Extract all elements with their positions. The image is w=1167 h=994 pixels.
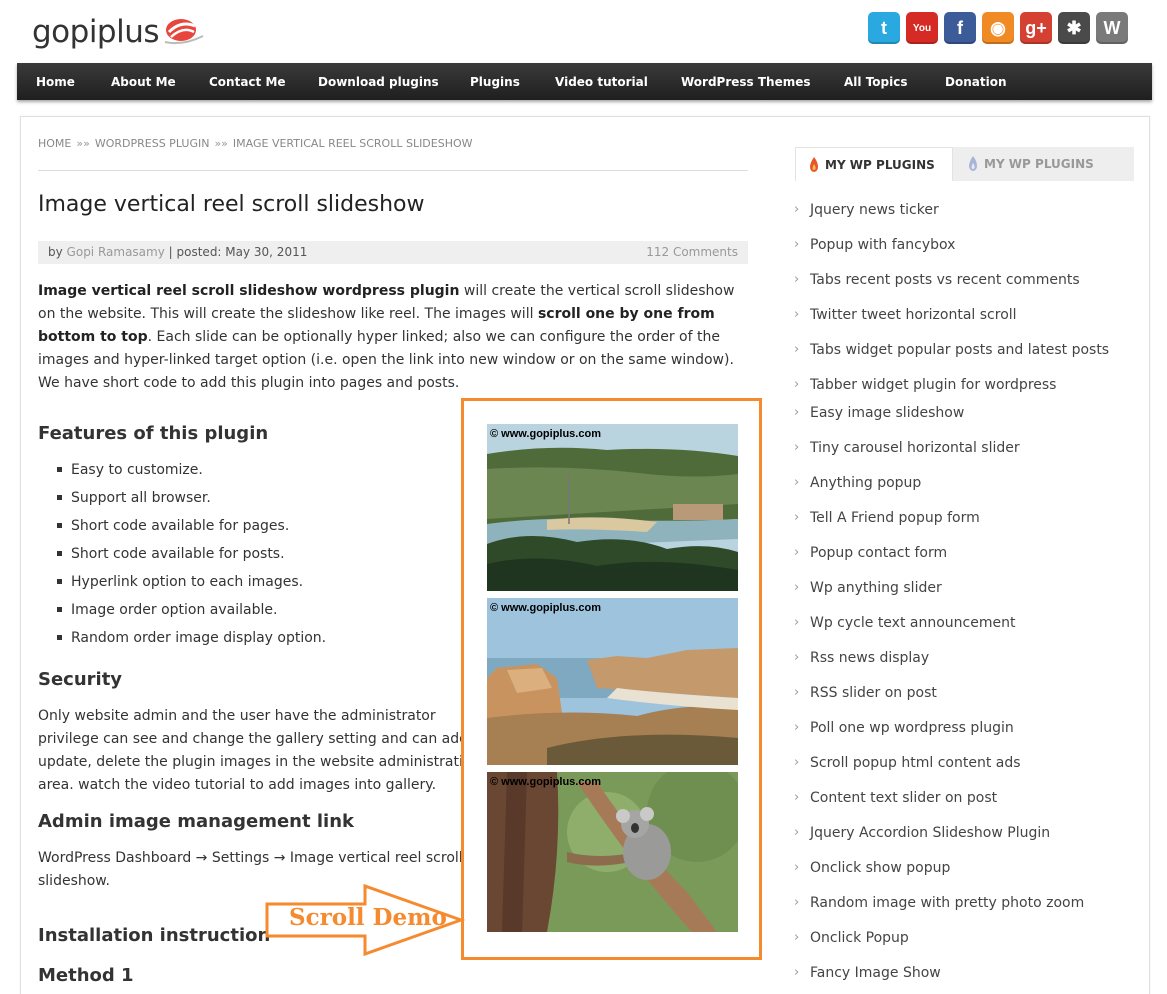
facebook-icon[interactable]: f — [944, 12, 976, 44]
apostles-photo — [487, 598, 738, 765]
nav-all-topics[interactable]: All Topics — [844, 75, 908, 89]
sidebar-link[interactable]: Poll one wp wordpress plugin — [794, 720, 1014, 736]
sidebar-link[interactable]: Wp cycle text announcement — [794, 615, 1015, 631]
divider — [38, 170, 748, 171]
breadcrumb-separator: »» — [76, 137, 90, 150]
sidebar-link[interactable]: Jquery Accordion Slideshow Plugin — [794, 825, 1050, 841]
security-heading: Security — [38, 669, 123, 690]
tab-label: MY WP PLUGINS — [825, 157, 935, 172]
tab-my-wp-plugins-alt[interactable]: MY WP PLUGINS — [955, 147, 1134, 181]
list-item: Short code available for posts. — [56, 545, 326, 573]
sidebar-link[interactable]: Tabs widget popular posts and latest pos… — [794, 342, 1109, 358]
rss-icon[interactable]: ◉ — [982, 12, 1014, 44]
sidebar-link[interactable]: Rss news display — [794, 650, 929, 666]
tab-my-wp-plugins[interactable]: MY WP PLUGINS — [795, 147, 953, 181]
sidebar-link[interactable]: Popup contact form — [794, 545, 947, 561]
site-logo[interactable]: gopiplus — [32, 12, 205, 52]
nav-contact-me[interactable]: Contact Me — [209, 75, 286, 89]
nav-video-tutorial[interactable]: Video tutorial — [555, 75, 648, 89]
sidebar-link[interactable]: Jquery news ticker — [794, 202, 939, 218]
youtube-icon[interactable]: You — [906, 12, 938, 44]
post-date: | posted: May 30, 2011 — [168, 245, 308, 259]
slide-watermark: © www.gopiplus.com — [490, 602, 601, 614]
security-text: Only website admin and the user have the… — [38, 705, 480, 797]
twitter-icon[interactable]: t — [868, 12, 900, 44]
google-plus-icon[interactable]: g+ — [1020, 12, 1052, 44]
sidebar-link[interactable]: Tabber widget plugin for wordpress — [794, 377, 1056, 393]
sidebar-link[interactable]: Twitter tweet horizontal scroll — [794, 307, 1017, 323]
text-line: Only website admin and the user have the… — [38, 708, 436, 724]
slide-image-apostles[interactable]: © www.gopiplus.com — [487, 598, 738, 765]
post-meta: by Gopi Ramasamy | posted: May 30, 2011 … — [38, 241, 748, 264]
sidebar-link[interactable]: Onclick show popup — [794, 860, 950, 876]
logo-text: gopiplus — [32, 14, 160, 50]
nav-home[interactable]: Home — [36, 75, 75, 89]
sidebar-link[interactable]: RSS slider on post — [794, 685, 937, 701]
installation-heading: Installation instruction — [38, 925, 271, 946]
breadcrumb-category[interactable]: WORDPRESS PLUGIN — [95, 137, 210, 150]
breadcrumb-separator: »» — [214, 137, 228, 150]
flame-icon — [969, 156, 977, 171]
tab-label: MY WP PLUGINS — [984, 157, 1094, 171]
slide-image-koala[interactable]: © www.gopiplus.com — [487, 772, 738, 932]
text-line: area. watch the video tutorial to add im… — [38, 777, 437, 793]
list-item: Hyperlink option to each images. — [56, 573, 326, 601]
slide-watermark: © www.gopiplus.com — [490, 428, 601, 440]
admin-heading: Admin image management link — [38, 811, 354, 832]
features-heading: Features of this plugin — [38, 423, 269, 444]
sidebar-link[interactable]: Popup with fancybox — [794, 237, 955, 253]
list-item: Random order image display option. — [56, 629, 326, 657]
nav-plugins[interactable]: Plugins — [470, 75, 520, 89]
sidebar-link[interactable]: Anything popup — [794, 475, 921, 491]
nav-download-plugins[interactable]: Download plugins — [318, 75, 439, 89]
slide-image-coast[interactable]: © www.gopiplus.com — [487, 424, 738, 591]
sidebar-link[interactable]: Tabs recent posts vs recent comments — [794, 272, 1080, 288]
breadcrumb-home[interactable]: HOME — [38, 137, 71, 150]
sidebar-link[interactable]: Tiny carousel horizontal slider — [794, 440, 1020, 456]
nav-wordpress-themes[interactable]: WordPress Themes — [681, 75, 811, 89]
main-nav: Home About Me Contact Me Download plugin… — [17, 63, 1152, 100]
joomla-icon[interactable]: ✱ — [1058, 12, 1090, 44]
nav-about-me[interactable]: About Me — [111, 75, 176, 89]
sidebar-link[interactable]: Scroll popup html content ads — [794, 755, 1021, 771]
flame-icon — [810, 156, 818, 172]
features-list: Easy to customize. Support all browser. … — [56, 461, 326, 657]
list-item: Image order option available. — [56, 601, 326, 629]
coast-photo — [487, 424, 738, 591]
breadcrumb-current: IMAGE VERTICAL REEL SCROLL SLIDESHOW — [232, 137, 473, 150]
slide-watermark: © www.gopiplus.com — [490, 776, 601, 788]
list-item: Short code available for pages. — [56, 517, 326, 545]
text-line: update, delete the plugin images in the … — [38, 754, 481, 770]
sidebar-link[interactable]: Content text slider on post — [794, 790, 997, 806]
list-item: Support all browser. — [56, 489, 326, 517]
breadcrumb: HOME »» WORDPRESS PLUGIN »» IMAGE VERTICAL R… — [38, 137, 473, 150]
scroll-demo-label: Scroll Demo — [289, 904, 447, 931]
page-title: Image vertical reel scroll slideshow — [38, 192, 425, 217]
social-links: t You f ◉ g+ ✱ W — [868, 12, 1128, 44]
list-item: Easy to customize. — [56, 461, 326, 489]
post-intro: Image vertical reel scroll slideshow wor… — [38, 280, 748, 395]
sidebar-link[interactable]: Wp anything slider — [794, 580, 942, 596]
koala-photo — [487, 772, 738, 932]
intro-bold-1: Image vertical reel scroll slideshow wor… — [38, 283, 460, 299]
sidebar-link[interactable]: Random image with pretty photo zoom — [794, 895, 1084, 911]
wordpress-icon[interactable]: W — [1096, 12, 1128, 44]
text-line: privilege can see and change the gallery… — [38, 731, 473, 747]
logo-swirl-icon — [164, 19, 204, 45]
author-link[interactable]: Gopi Ramasamy — [67, 245, 165, 259]
meta-by: by — [48, 245, 63, 259]
sidebar-link[interactable]: Easy image slideshow — [794, 405, 964, 421]
sidebar-tabs: MY WP PLUGINS MY WP PLUGINS — [795, 147, 1134, 181]
comments-link[interactable]: 112 Comments — [646, 245, 738, 259]
method-heading: Method 1 — [38, 965, 134, 986]
sidebar-link[interactable]: Onclick Popup — [794, 930, 909, 946]
nav-donation[interactable]: Donation — [945, 75, 1006, 89]
text-line: WordPress Dashboard → Settings → Image v… — [38, 850, 463, 866]
sidebar-link[interactable]: Fancy Image Show — [794, 965, 941, 981]
sidebar-link[interactable]: Tell A Friend popup form — [794, 510, 980, 526]
